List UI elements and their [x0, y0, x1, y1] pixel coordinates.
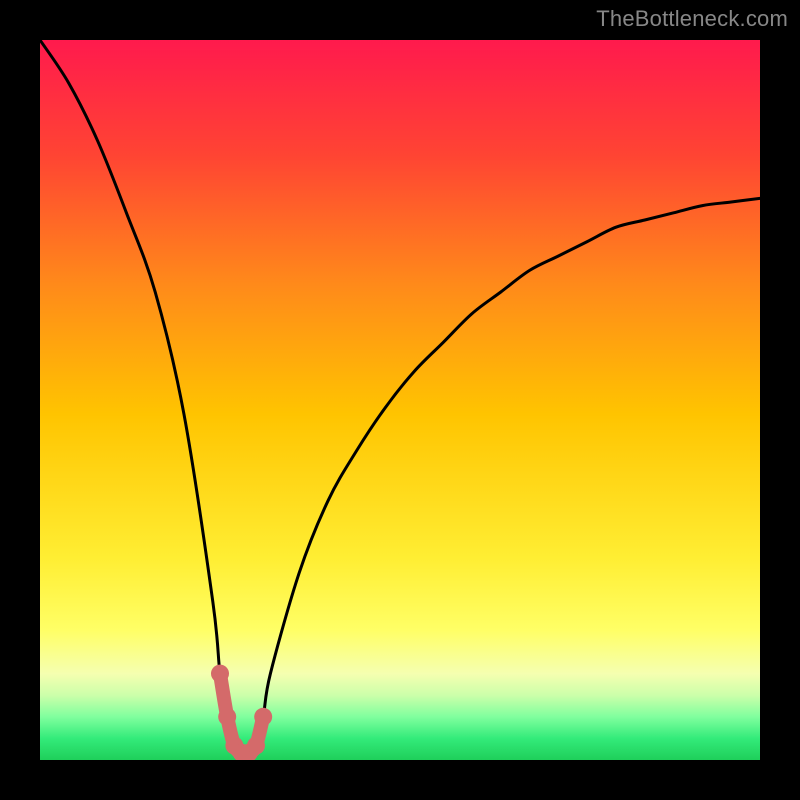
highlight-dot	[247, 737, 265, 755]
bottleneck-curve	[40, 40, 760, 754]
highlight-dot	[218, 708, 236, 726]
highlight-dot	[211, 665, 229, 683]
chart-frame: TheBottleneck.com	[0, 0, 800, 800]
watermark-text: TheBottleneck.com	[596, 6, 788, 32]
highlight-dot	[254, 708, 272, 726]
plot-area	[40, 40, 760, 760]
highlight-dots	[211, 665, 272, 760]
curve-layer	[40, 40, 760, 760]
